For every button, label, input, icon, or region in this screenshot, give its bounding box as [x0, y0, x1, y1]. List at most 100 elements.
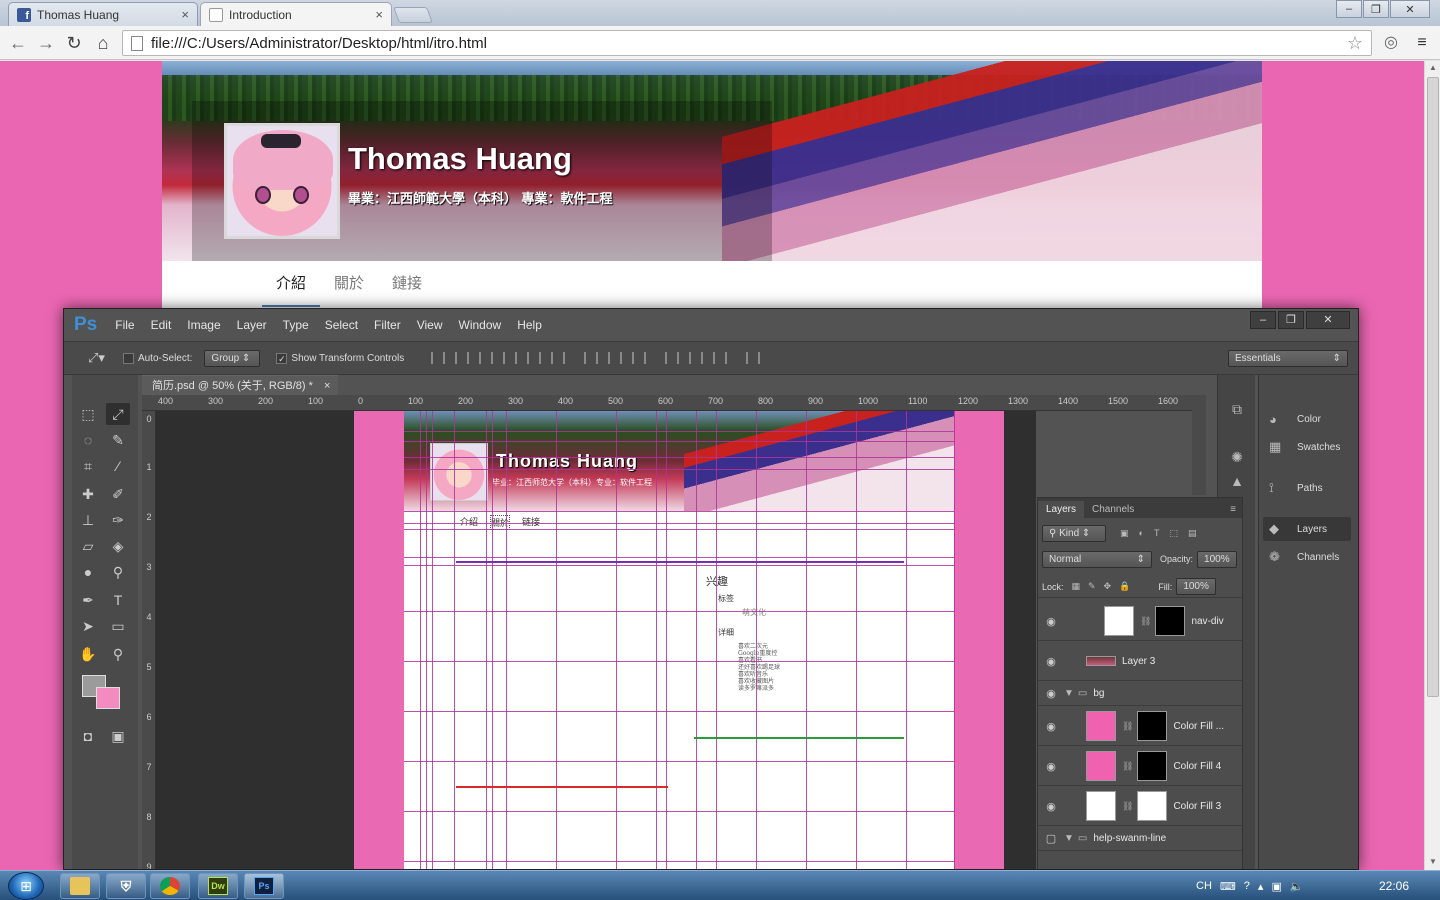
zoom-tool-icon[interactable]: ⚲: [106, 643, 130, 665]
eyedropper-tool-icon[interactable]: ⁄: [106, 455, 130, 477]
new-tab-button[interactable]: [393, 7, 433, 23]
back-arrow-icon[interactable]: ←: [8, 33, 28, 53]
type-tool-icon[interactable]: T: [106, 589, 130, 611]
menu-select[interactable]: Select: [325, 318, 358, 332]
move-tool-icon[interactable]: ⤢: [106, 403, 130, 425]
expand-arrow-icon[interactable]: ▼: [1064, 688, 1074, 699]
minimize-button[interactable]: ‒: [1336, 0, 1362, 18]
blend-mode-dropdown[interactable]: Normal ⇕: [1042, 550, 1152, 568]
nav-about[interactable]: 關於: [320, 261, 378, 307]
tab-introduction[interactable]: Introduction ×: [200, 2, 392, 26]
maximize-button[interactable]: ❐: [1363, 0, 1389, 18]
auto-select-checkbox[interactable]: Auto-Select:: [122, 352, 192, 364]
language-indicator[interactable]: CH: [1196, 880, 1212, 892]
eye-icon[interactable]: ◉: [1038, 687, 1064, 700]
layer-color-fill-4[interactable]: ◉ ⛓ Color Fill 4: [1038, 747, 1244, 786]
fill-field[interactable]: 100%: [1176, 578, 1216, 595]
menu-filter[interactable]: Filter: [374, 318, 401, 332]
start-button[interactable]: ⊞: [8, 872, 44, 900]
forward-arrow-icon[interactable]: →: [36, 33, 56, 53]
layer-color-fill[interactable]: ◉ ⛓ Color Fill ...: [1038, 707, 1244, 746]
scroll-up-icon[interactable]: ▲: [1425, 63, 1440, 72]
align-buttons[interactable]: [426, 352, 765, 364]
show-transform-checkbox[interactable]: ✓ Show Transform Controls: [276, 352, 404, 364]
page-scrollbar[interactable]: ▲ ▼: [1424, 61, 1440, 870]
hand-tool-icon[interactable]: ✋: [76, 643, 100, 665]
pen-tool-icon[interactable]: ✒: [76, 589, 100, 611]
healing-tool-icon[interactable]: ✚: [76, 483, 100, 505]
eye-icon[interactable]: ◉: [1038, 655, 1064, 668]
ps-close-button[interactable]: ✕: [1306, 311, 1350, 329]
shape-tool-icon[interactable]: ▭: [106, 615, 130, 637]
layer-group-help-swanm-line[interactable]: ▢ ▼ ▭ help-swanm-line: [1038, 827, 1244, 851]
auto-select-dropdown[interactable]: Group ⇕: [204, 349, 261, 367]
quick-select-tool-icon[interactable]: ✎: [106, 429, 130, 451]
help-icon[interactable]: ?: [1244, 880, 1250, 892]
layer-nav-div[interactable]: ◉ ⛓ nav-div: [1038, 602, 1244, 641]
dock-layers[interactable]: ◆ Layers: [1263, 517, 1351, 541]
show-hidden-icon[interactable]: ▴: [1258, 880, 1264, 893]
expand-arrow-icon[interactable]: ▼: [1064, 833, 1074, 844]
nav-intro[interactable]: 介紹: [262, 261, 321, 307]
stamp-tool-icon[interactable]: ⊥: [76, 509, 100, 531]
layer-filter-dropdown[interactable]: ⚲ Kind ⇕: [1042, 524, 1106, 542]
address-bar[interactable]: file:///C:/Users/Administrator/Desktop/h…: [122, 30, 1372, 56]
taskbar-explorer[interactable]: [60, 873, 100, 899]
network-icon[interactable]: ▣: [1271, 880, 1281, 893]
ps-minimize-button[interactable]: ‒: [1250, 311, 1276, 329]
history-icon[interactable]: ⧉: [1227, 401, 1247, 421]
volume-icon[interactable]: 🔈: [1290, 880, 1304, 893]
menu-layer[interactable]: Layer: [237, 318, 267, 332]
keyboard-icon[interactable]: ⌨: [1220, 880, 1236, 893]
move-tool-icon[interactable]: ⤢▾: [88, 350, 105, 366]
opacity-field[interactable]: 100%: [1197, 550, 1237, 568]
close-icon[interactable]: ×: [181, 7, 189, 22]
taskbar-chrome[interactable]: [150, 873, 190, 899]
screen-mode-icon[interactable]: ▣: [106, 725, 130, 747]
eye-icon[interactable]: ◉: [1038, 615, 1064, 628]
panel-menu-icon[interactable]: ≡: [1224, 501, 1242, 518]
layer-group-bg[interactable]: ◉ ▼ ▭ bg: [1038, 682, 1244, 706]
lock-icons[interactable]: ▦✎✥🔒: [1072, 581, 1139, 592]
menu-file[interactable]: File: [115, 318, 134, 332]
taskbar-photoshop[interactable]: Ps: [244, 873, 284, 899]
blur-tool-icon[interactable]: ●: [76, 561, 100, 583]
close-icon[interactable]: ×: [324, 380, 330, 392]
workspace-dropdown[interactable]: Essentials ⇕: [1228, 349, 1348, 367]
taskbar-shield[interactable]: ⛨: [106, 873, 146, 899]
layer-color-fill-3[interactable]: ◉ ⛓ Color Fill 3: [1038, 787, 1244, 826]
dock-swatches[interactable]: ▦ Swatches: [1263, 435, 1351, 459]
layer-layer-3[interactable]: ◉ Layer 3: [1038, 642, 1244, 681]
canvas-scrollbar[interactable]: [1192, 395, 1206, 495]
scroll-down-icon[interactable]: ▼: [1425, 857, 1440, 866]
eye-icon[interactable]: ◉: [1038, 720, 1064, 733]
dodge-tool-icon[interactable]: ⚲: [106, 561, 130, 583]
path-select-icon[interactable]: ➤: [76, 615, 100, 637]
tab-layers[interactable]: Layers: [1038, 501, 1085, 518]
history-brush-icon[interactable]: ✑: [106, 509, 130, 531]
eye-icon[interactable]: ◉: [1038, 760, 1064, 773]
filter-icons[interactable]: ▣◐T⬚▤: [1120, 528, 1206, 539]
menu-help[interactable]: Help: [517, 318, 542, 332]
home-icon[interactable]: ⌂: [93, 33, 113, 53]
adjustments-icon[interactable]: ✺: [1227, 449, 1247, 469]
menu-edit[interactable]: Edit: [151, 318, 172, 332]
quick-mask-icon[interactable]: ◘: [76, 725, 100, 747]
menu-type[interactable]: Type: [283, 318, 309, 332]
brush-tool-icon[interactable]: ✐: [106, 483, 130, 505]
menu-view[interactable]: View: [417, 318, 443, 332]
document-canvas[interactable]: Thomas Huang 毕业：江西师范大学（本科）专业：软件工程 介绍 關於 …: [156, 411, 1036, 869]
background-color-swatch[interactable]: [96, 687, 120, 709]
crop-tool-icon[interactable]: ⌗: [76, 455, 100, 477]
close-window-button[interactable]: ✕: [1390, 0, 1430, 18]
scrollbar-thumb[interactable]: [1427, 77, 1439, 697]
taskbar-dreamweaver[interactable]: Dw: [198, 873, 238, 899]
menu-image[interactable]: Image: [187, 318, 220, 332]
dock-paths[interactable]: ⟟ Paths: [1263, 476, 1351, 500]
extension-icon[interactable]: ◎: [1381, 33, 1401, 53]
eye-hidden-icon[interactable]: ▢: [1038, 832, 1064, 845]
dock-channels[interactable]: ❁ Channels: [1263, 545, 1351, 569]
bucket-tool-icon[interactable]: ◈: [106, 535, 130, 557]
lasso-tool-icon[interactable]: ◌: [76, 429, 100, 451]
ps-maximize-button[interactable]: ❐: [1278, 311, 1304, 329]
